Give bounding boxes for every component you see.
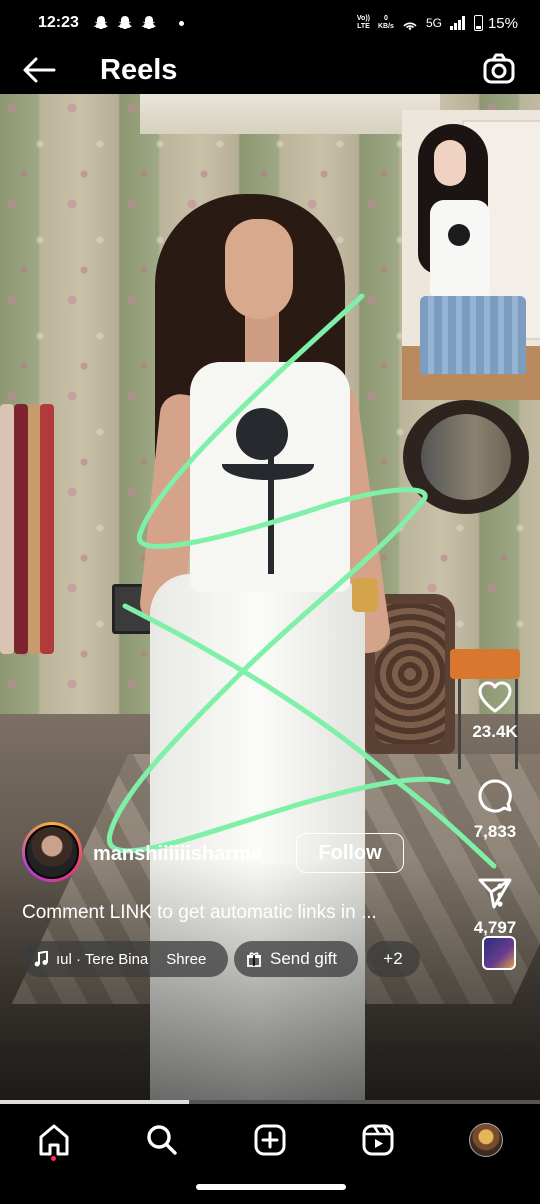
arrow-left-icon[interactable] [22,56,56,84]
volte-bottom-text: LTE [357,23,370,30]
battery-icon [473,15,483,31]
network-type: 5G [425,16,442,30]
comment-action[interactable]: 7,833 [464,778,526,842]
speed-value: 0 [384,15,388,22]
status-bar: 12:23 Vo)) LTE 0 KB/s 5G 15% [0,0,540,46]
speed-indicator: 0 KB/s [378,15,394,31]
comment-count: 7,833 [473,822,517,841]
reels-header: Reels [0,46,540,94]
share-count: 4,797 [473,918,517,937]
camera-icon[interactable] [482,52,516,86]
notification-dot [178,20,184,26]
snapchat-icon [117,16,132,29]
audio-chip[interactable]: ıul · Tere Bina Shree [22,941,228,977]
music-note-icon [34,951,48,967]
reel-caption[interactable]: Comment LINK to get automatic links in .… [22,902,452,924]
nav-profile[interactable] [466,1120,506,1160]
bracelet [352,578,378,612]
battery-percent: 15% [487,14,518,32]
snapchat-icon [141,16,156,29]
search-icon[interactable] [146,1124,178,1156]
nav-create[interactable] [250,1120,290,1160]
overlay-product-image [402,110,540,400]
send-gift-label: Send gift [270,949,338,968]
follow-button[interactable]: Follow [296,833,404,873]
flower-stem-print [268,454,274,574]
profile-avatar[interactable] [469,1123,503,1157]
nav-search[interactable] [142,1120,182,1160]
like-count: 23.4K [472,722,518,741]
send-gift-chip[interactable]: Send gift [234,941,358,977]
nav-reels[interactable] [358,1120,398,1160]
audio-track-title: ıul · Tere Bina [56,950,149,968]
battery: 15% [473,14,518,32]
hotspot-icon [403,22,417,30]
speed-unit: KB/s [378,23,394,30]
share-action[interactable]: 4,797 [464,876,526,938]
home-notification-dot [51,1156,56,1161]
volte-top-text: Vo)) [356,15,370,22]
author-avatar[interactable] [22,822,82,882]
volte-indicator: Vo)) LTE [357,15,370,31]
round-mirror [403,400,529,514]
clothes-rack [0,394,56,814]
author-username[interactable]: manshiiiiiisharma_ [93,843,273,866]
vertical-dots-icon[interactable] [496,882,504,908]
status-indicators: Vo)) LTE 0 KB/s 5G 15% [357,15,518,32]
heart-icon[interactable] [477,680,513,714]
home-icon[interactable] [37,1123,71,1157]
gesture-home-bar[interactable] [196,1184,346,1190]
status-time: 12:23 [38,14,79,31]
more-chips[interactable]: +2 [366,941,420,977]
paper-plane-icon[interactable] [477,876,513,910]
create-icon[interactable] [254,1124,286,1156]
signal-icon [449,16,465,30]
reels-icon[interactable] [362,1124,394,1156]
ceiling [140,94,440,134]
like-action[interactable]: 23.4K [464,680,526,742]
page-title: Reels [100,54,178,86]
comment-bubble-icon[interactable] [477,778,513,814]
snapchat-icon [93,16,108,29]
gift-icon [247,952,261,967]
more-chips-label: +2 [383,949,403,968]
person-face [225,219,293,319]
bottom-shade [0,860,540,1100]
audio-thumbnail[interactable] [482,936,516,970]
orange-stool [450,649,520,769]
flower-print [236,408,288,460]
audio-artist: Shree [166,950,207,968]
nav-home[interactable] [34,1120,74,1160]
